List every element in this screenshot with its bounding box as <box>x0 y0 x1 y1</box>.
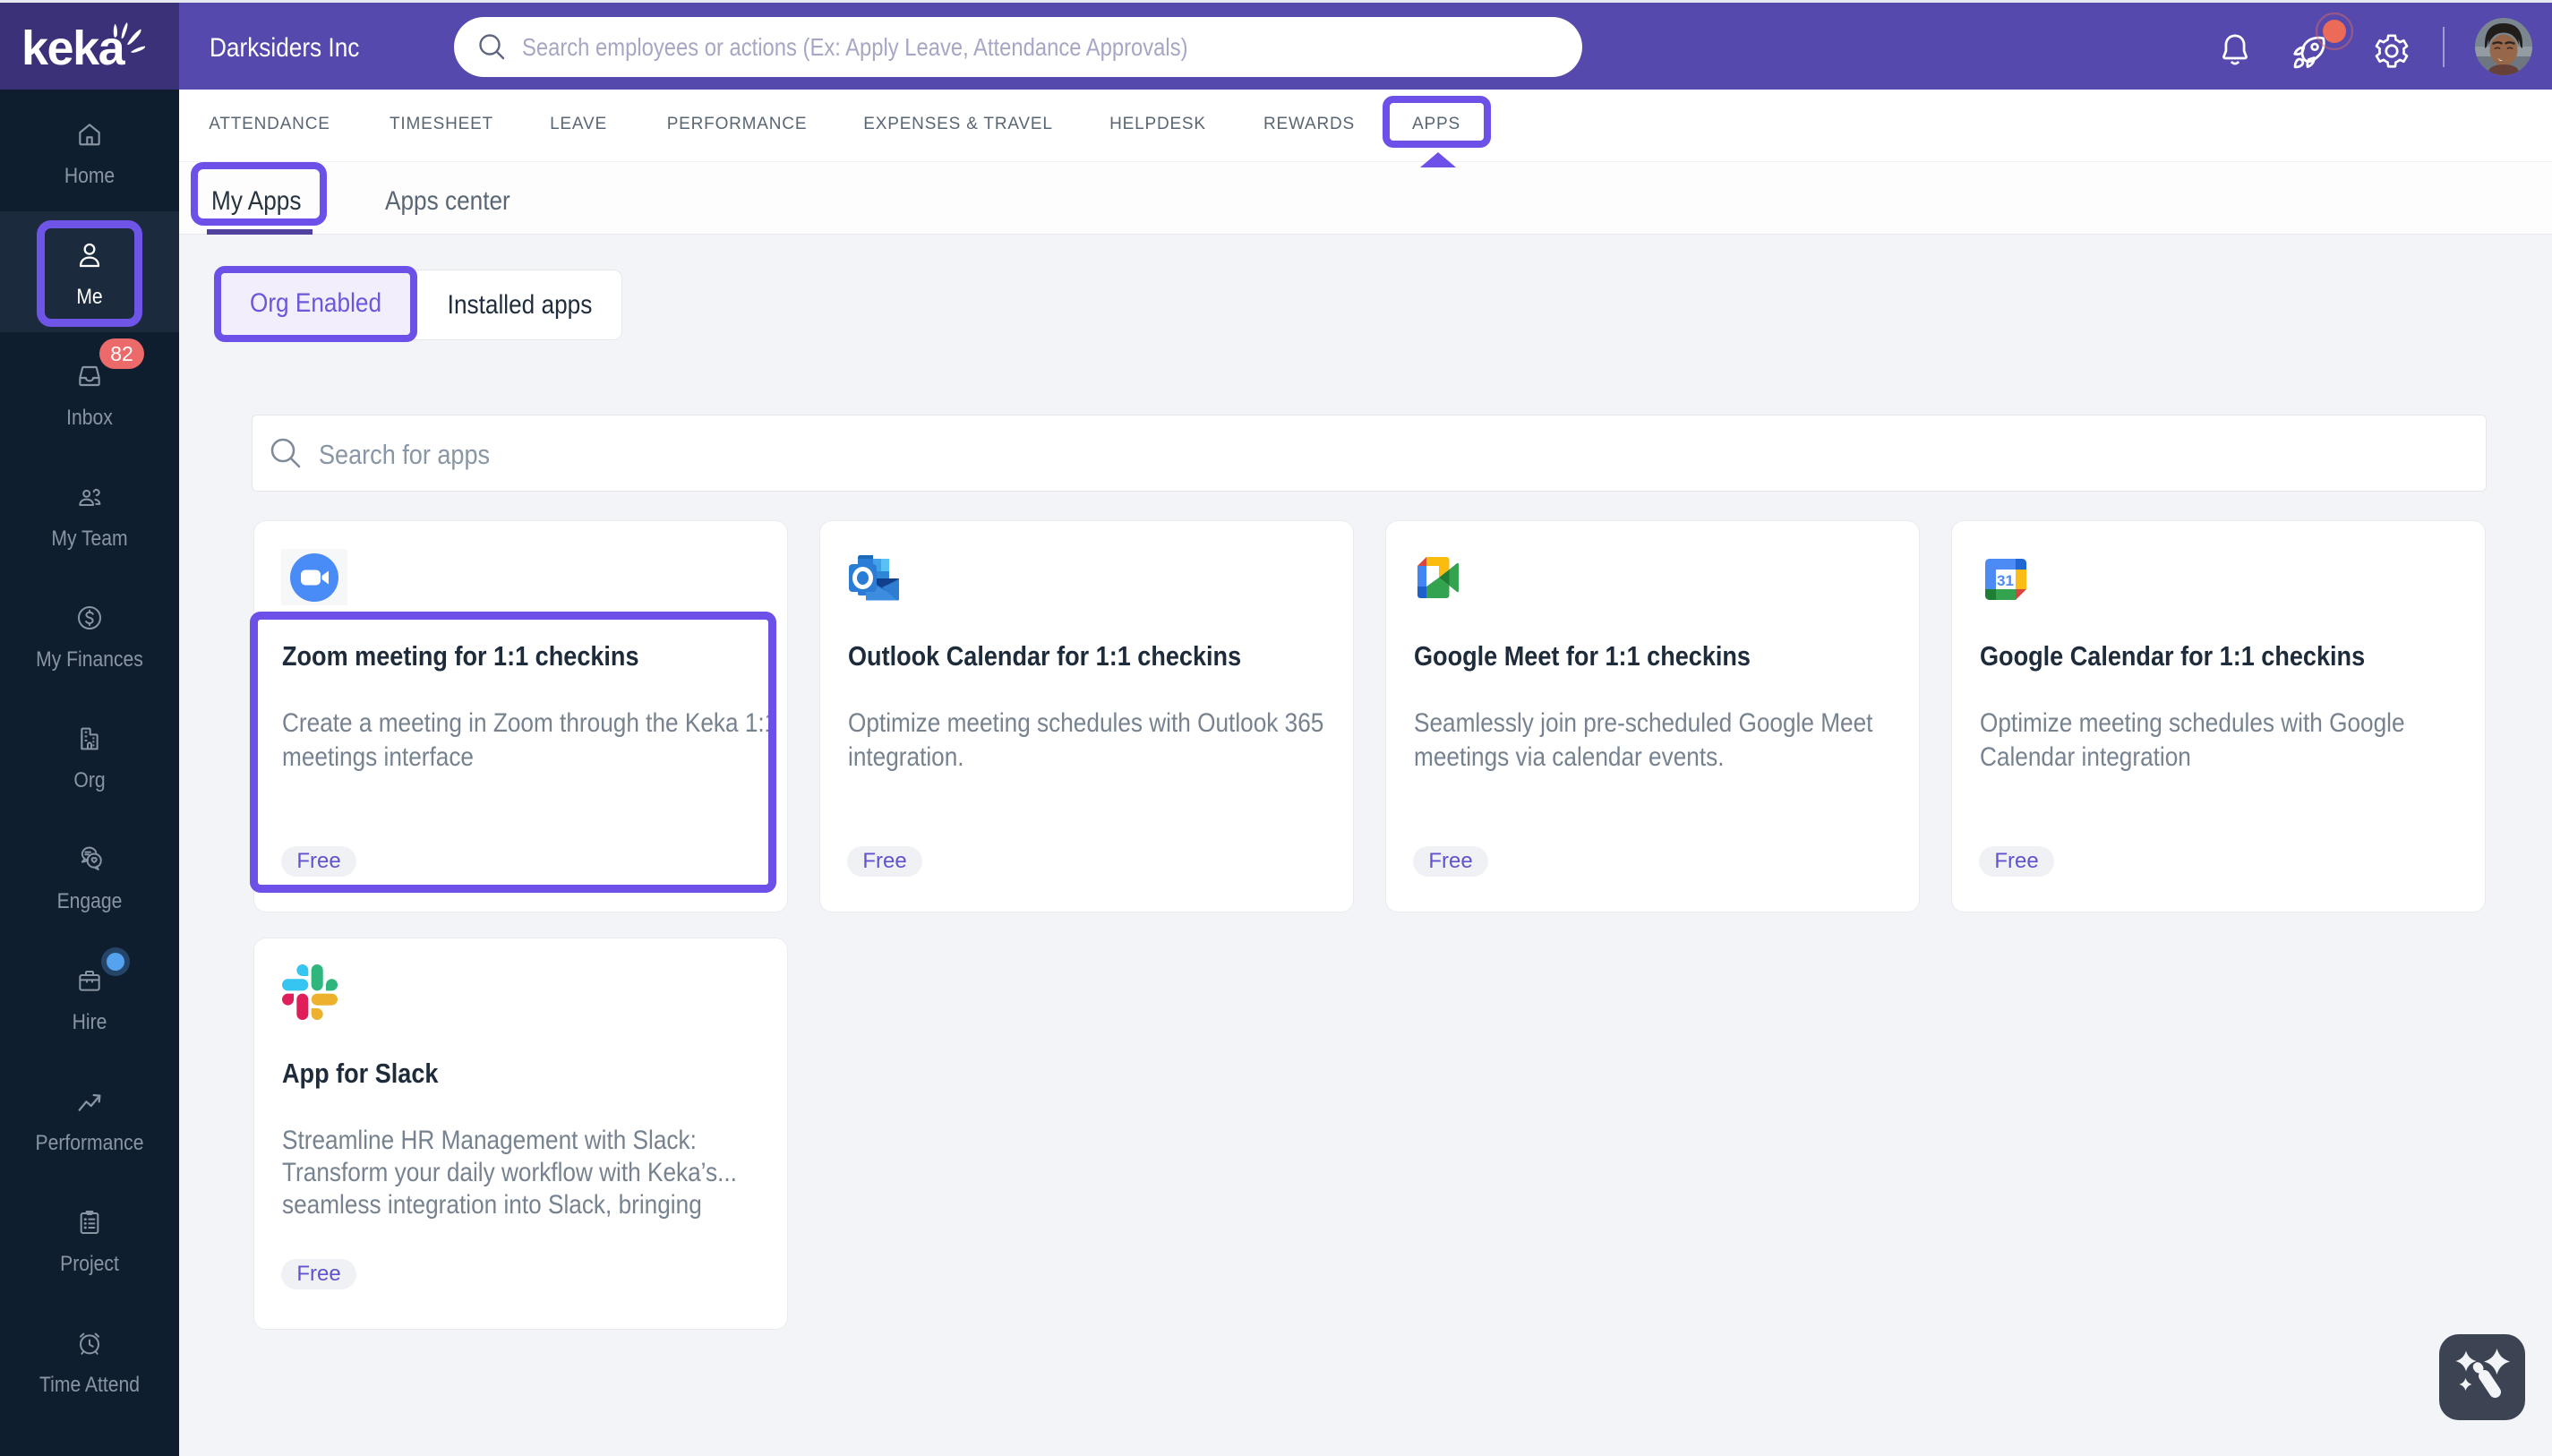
svg-text:31: 31 <box>1997 572 2014 589</box>
